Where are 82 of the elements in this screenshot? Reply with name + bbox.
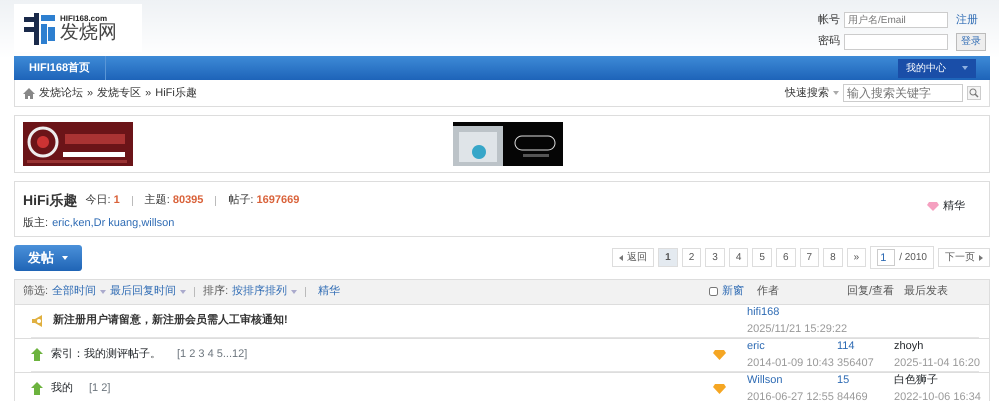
page-button[interactable]: 6 — [776, 248, 796, 268]
filter-dropdown[interactable]: 最后回复时间 — [110, 283, 186, 300]
last-post-date: 2022-10-06 16:34 — [894, 390, 979, 401]
back-button[interactable]: 返回 — [612, 248, 654, 268]
reply-count: 114 — [837, 339, 856, 354]
post-date: 2014-01-09 10:43 — [747, 356, 835, 370]
caret-icon — [291, 290, 298, 294]
column-header: 回复/查看 — [847, 284, 896, 300]
page-field[interactable]: 1 — [877, 249, 896, 266]
page-button[interactable]: 2 — [682, 248, 702, 268]
thread-pages[interactable]: [1 2] — [89, 380, 110, 397]
megaphone-icon — [31, 314, 45, 326]
breadcrumb-separator: » — [87, 86, 94, 101]
last-post-date: 2025-11-04 16:20 — [894, 356, 979, 370]
author-link[interactable]: eric — [747, 338, 837, 354]
view-count: 84469 — [837, 390, 869, 401]
account-label: 帐号 — [818, 13, 840, 28]
register-link[interactable]: 注册 — [956, 12, 978, 28]
quick-search-dropdown[interactable]: 快速搜索 — [785, 84, 839, 102]
caret-icon — [180, 290, 186, 294]
left-arrow-icon — [619, 254, 624, 261]
my-center-button[interactable]: 我的中心 — [898, 58, 976, 78]
forum-title: HiFi乐趣 — [23, 191, 78, 210]
forum-stat: 帖子: 1697669 — [228, 193, 300, 208]
moderators-link[interactable]: eric,ken,Dr kuang,willson — [52, 215, 174, 232]
page-button[interactable]: 8 — [823, 248, 843, 268]
login-button[interactable]: 登录 — [956, 32, 986, 50]
caret-icon — [62, 256, 68, 260]
breadcrumb-link[interactable]: HiFi乐趣 — [155, 84, 197, 102]
thread-title[interactable]: 我的 — [51, 380, 73, 397]
caret-icon — [962, 66, 968, 70]
more-pages-button[interactable]: » — [846, 248, 866, 268]
last-poster-link[interactable]: 白色狮子 — [894, 372, 979, 388]
forum-stat: 今日: 1 — [85, 193, 120, 208]
page-button[interactable]: 3 — [705, 248, 725, 268]
up-arrow-icon — [31, 348, 43, 361]
post-button[interactable]: 发帖 — [14, 245, 82, 270]
forum-stat: 主题: 80395 — [144, 192, 204, 208]
post-date: 2025/11/21 15:29:22 — [747, 322, 848, 336]
home-icon — [23, 88, 35, 98]
page-button[interactable]: 4 — [728, 248, 748, 268]
account-field[interactable]: 用户名/Email — [844, 12, 948, 28]
filter-dropdown[interactable]: 全部时间 — [52, 283, 106, 300]
breadcrumb-link[interactable]: 发烧专区 — [97, 84, 142, 102]
sort-label: 排序: — [203, 284, 228, 300]
next-page-button[interactable]: 下一页 — [938, 248, 990, 268]
column-header: 最后发表 — [904, 284, 949, 300]
diamond-icon — [927, 202, 939, 211]
column-header: 作者 — [757, 284, 780, 300]
last-poster-link[interactable]: zhoyh — [894, 338, 979, 354]
new-window-label[interactable]: 新窗 — [722, 283, 744, 300]
moderators-label: 版主: — [23, 216, 48, 231]
post-date: 2016-06-27 12:55 — [747, 390, 835, 401]
author-link[interactable]: hifi168 — [747, 304, 894, 320]
search-icon[interactable] — [967, 86, 981, 100]
breadcrumb-link[interactable]: 发烧论坛 — [39, 84, 83, 102]
page-button[interactable]: 7 — [800, 248, 820, 268]
right-arrow-icon — [979, 254, 983, 261]
password-label: 密码 — [818, 34, 840, 50]
view-count: 356407 — [837, 356, 875, 370]
page-button[interactable]: 5 — [752, 248, 772, 268]
thread-title[interactable]: 新注册用户请留意，新注册会员需人工审核通知! — [53, 312, 288, 329]
caret-icon — [833, 91, 839, 95]
filter-label: 筛选: — [23, 284, 48, 300]
author-link[interactable]: Willson — [747, 372, 837, 388]
digest-filter-link[interactable]: 精华 — [318, 283, 340, 300]
page-total: / 2010 — [899, 251, 927, 264]
logo-text: 发烧网 — [60, 22, 117, 42]
breadcrumb-separator: » — [145, 86, 152, 101]
up-arrow-icon — [31, 382, 43, 395]
reply-count: 15 — [837, 373, 850, 388]
search-field[interactable]: 输入搜索关键字 — [843, 84, 963, 102]
filter-dropdown[interactable]: 按排序排列 — [232, 283, 298, 300]
thread-pages[interactable]: [1 2 3 4 5...12] — [177, 346, 248, 363]
logo-icon — [22, 11, 56, 45]
caret-icon — [100, 290, 106, 294]
page-button[interactable]: 1 — [658, 248, 678, 268]
digest-link[interactable]: 精华 — [927, 198, 965, 214]
thread-title[interactable]: 索引：我的测评帖子。 — [51, 346, 161, 363]
password-field[interactable] — [844, 34, 948, 50]
logo-domain: HIFI168.com — [60, 14, 108, 22]
new-window-checkbox[interactable] — [709, 287, 718, 296]
